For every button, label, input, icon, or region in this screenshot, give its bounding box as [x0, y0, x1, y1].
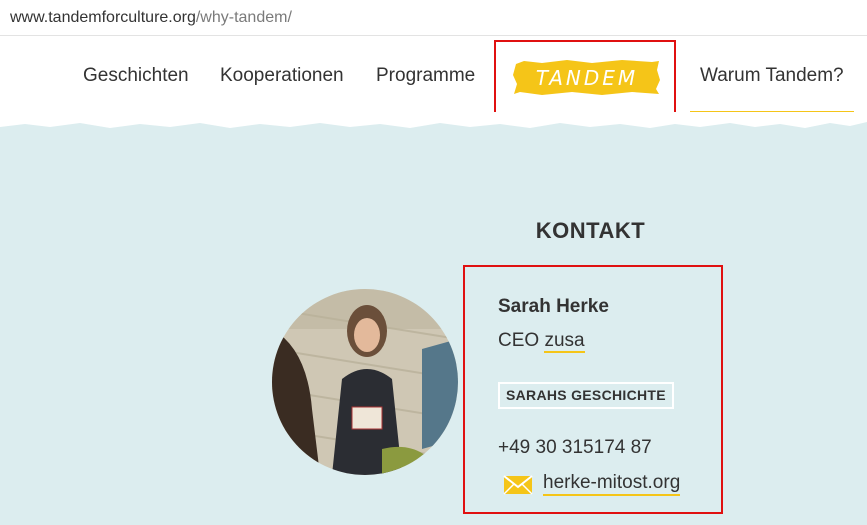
phone-number: +49 30 315174 87	[498, 437, 652, 458]
org-link[interactable]: zusa	[544, 330, 585, 353]
main-nav: Geschichten Kooperationen Programme TAND…	[0, 37, 867, 114]
contact-role: CEO zusa	[498, 330, 585, 353]
envelope-icon	[503, 475, 533, 495]
url-host: www.tandemforculture.org	[10, 9, 196, 26]
contact-card: Sarah Herke CEO zusa SARAHS GESCHICHTE +…	[463, 265, 723, 514]
contact-name: Sarah Herke	[498, 296, 609, 317]
contact-section: KONTAKT Sarah Herke CEO zusa SARAHS GESC…	[0, 112, 867, 525]
address-bar[interactable]: www.tandemforculture.org/why-tandem/	[0, 0, 867, 36]
story-button[interactable]: SARAHS GESCHICHTE	[498, 382, 674, 409]
nav-item-warum-tandem[interactable]: Warum Tandem?	[690, 37, 854, 113]
nav-item-geschichten[interactable]: Geschichten	[83, 37, 189, 114]
role-prefix: CEO	[498, 330, 540, 351]
profile-photo	[272, 289, 458, 475]
torn-edge	[0, 112, 867, 128]
avatar	[272, 289, 458, 475]
nav-item-programme[interactable]: Programme	[376, 37, 475, 114]
logo-highlight[interactable]: TANDEM	[494, 40, 676, 114]
email-link[interactable]: herke-mitost.org	[543, 472, 681, 496]
tandem-logo[interactable]: TANDEM	[512, 58, 662, 96]
nav-item-kooperationen[interactable]: Kooperationen	[220, 37, 344, 114]
contact-heading: KONTAKT	[535, 218, 646, 243]
url-path: /why-tandem/	[195, 9, 292, 26]
logo-text: TANDEM	[536, 66, 638, 90]
